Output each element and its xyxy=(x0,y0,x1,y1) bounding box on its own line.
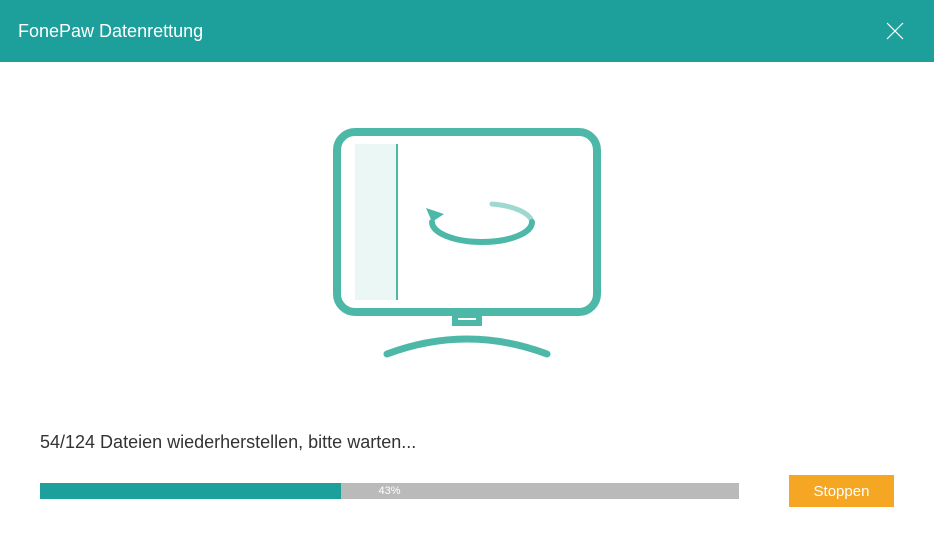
monitor-illustration xyxy=(327,122,607,367)
progress-percent-label: 43% xyxy=(378,485,400,497)
close-button[interactable] xyxy=(880,16,910,46)
close-icon xyxy=(885,21,905,41)
titlebar: FonePaw Datenrettung xyxy=(0,0,934,62)
main-content: 54/124 Dateien wiederherstellen, bitte w… xyxy=(0,62,934,507)
status-section: 54/124 Dateien wiederherstellen, bitte w… xyxy=(40,432,894,507)
stop-button[interactable]: Stoppen xyxy=(789,475,894,507)
app-title: FonePaw Datenrettung xyxy=(18,21,203,42)
bottom-row: 43% Stoppen xyxy=(40,475,894,507)
progress-bar: 43% xyxy=(40,483,739,499)
status-text: 54/124 Dateien wiederherstellen, bitte w… xyxy=(40,432,894,453)
progress-fill xyxy=(40,483,341,499)
